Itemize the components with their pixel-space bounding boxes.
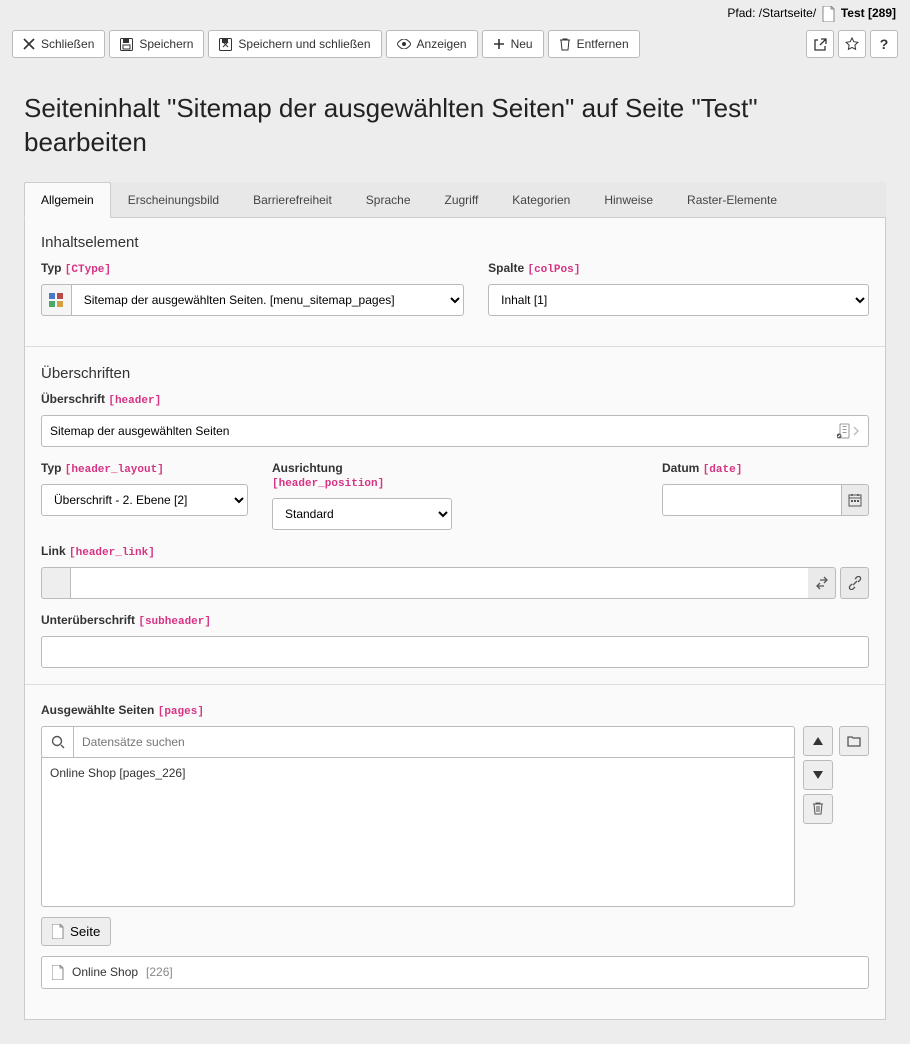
pages-search-input[interactable]: [73, 726, 795, 758]
tab-zugriff[interactable]: Zugriff: [428, 182, 496, 217]
tab-hinweise[interactable]: Hinweise: [587, 182, 670, 217]
browse-button[interactable]: [839, 726, 869, 756]
close-label: Schließen: [41, 37, 94, 51]
label-headerlink: Link [header_link]: [41, 544, 869, 559]
pages-result-row[interactable]: Online Shop [226]: [41, 956, 869, 989]
tab-allgemein[interactable]: Allgemein: [24, 182, 111, 218]
path-uid: [289]: [868, 6, 896, 20]
search-icon: [41, 726, 73, 758]
label-header: Überschrift [header]: [41, 392, 869, 407]
path-root[interactable]: /Startseite/: [759, 6, 816, 20]
headerpos-select[interactable]: Standard: [272, 498, 452, 530]
star-icon: [845, 37, 859, 51]
section-headlines: Überschriften: [41, 365, 869, 382]
ctype-icon: [41, 284, 71, 316]
label-headerlayout: Typ [header_layout]: [41, 461, 248, 476]
result-uid: [226]: [146, 965, 173, 979]
tab-sprache[interactable]: Sprache: [349, 182, 428, 217]
header-input[interactable]: [41, 415, 869, 447]
path-bar: Pfad: /Startseite/ Test [289]: [0, 0, 910, 26]
close-icon: [23, 38, 35, 50]
delete-label: Entfernen: [577, 37, 629, 51]
subheader-input[interactable]: [41, 636, 869, 668]
headerlink-explain: [41, 567, 70, 599]
ctype-select[interactable]: Sitemap der ausgewählten Seiten. [menu_s…: [71, 284, 464, 316]
label-headerpos: Ausrichtung [header_position]: [272, 461, 452, 490]
save-button[interactable]: Speichern: [109, 30, 204, 58]
label-colpos: Spalte [colPos]: [488, 261, 869, 276]
tab-raster[interactable]: Raster-Elemente: [670, 182, 794, 217]
remove-button[interactable]: [803, 794, 833, 824]
headerlayout-select[interactable]: Überschrift - 2. Ebene [2]: [41, 484, 248, 516]
tab-barrierefreiheit[interactable]: Barrierefreiheit: [236, 182, 349, 217]
page-icon: [822, 6, 836, 22]
save-close-label: Speichern und schließen: [238, 37, 370, 51]
close-button[interactable]: Schließen: [12, 30, 105, 58]
label-pages: Ausgewählte Seiten [pages]: [41, 703, 869, 718]
new-button[interactable]: Neu: [482, 30, 544, 58]
section-element: Inhaltselement: [41, 234, 869, 251]
add-page-button[interactable]: Seite: [41, 917, 111, 946]
pages-selected-list[interactable]: Online Shop [pages_226]: [41, 757, 795, 907]
path-page: Test: [841, 6, 865, 20]
headerlink-toggle-button[interactable]: [808, 567, 837, 599]
view-label: Anzeigen: [417, 37, 467, 51]
delete-button[interactable]: Entfernen: [548, 30, 640, 58]
tabs: Allgemein Erscheinungsbild Barrierefreih…: [24, 182, 886, 218]
help-icon: ?: [880, 36, 889, 52]
result-title: Online Shop: [72, 965, 138, 979]
save-label: Speichern: [139, 37, 193, 51]
trash-icon: [812, 802, 824, 815]
save-close-icon: [219, 38, 232, 51]
page-title: Seiteninhalt "Sitemap der ausgewählten S…: [24, 70, 886, 182]
help-button[interactable]: ?: [870, 30, 898, 58]
label-date: Datum [date]: [662, 461, 869, 476]
move-up-button[interactable]: [803, 726, 833, 756]
path-label: Pfad:: [727, 6, 755, 20]
save-close-button[interactable]: Speichern und schließen: [208, 30, 381, 58]
plus-icon: [493, 38, 505, 50]
trash-icon: [559, 38, 571, 51]
triangle-down-icon: [813, 771, 823, 779]
date-input[interactable]: [662, 484, 842, 516]
panel-allgemein: Inhaltselement Typ [CType] Sitemap der a…: [24, 218, 886, 1020]
save-icon: [120, 38, 133, 51]
switch-icon: [815, 576, 829, 590]
new-label: Neu: [511, 37, 533, 51]
label-subheader: Unterüberschrift [subheader]: [41, 613, 869, 628]
headerlink-wizard-button[interactable]: [840, 567, 869, 599]
page-icon: [52, 924, 64, 939]
headerlink-input[interactable]: [70, 567, 808, 599]
bookmark-button[interactable]: [838, 30, 866, 58]
toolbar: Schließen Speichern Speichern und schlie…: [0, 26, 910, 70]
calendar-icon: [848, 493, 862, 507]
label-ctype: Typ [CType]: [41, 261, 464, 276]
link-icon: [848, 576, 862, 590]
datepicker-button[interactable]: [842, 484, 869, 516]
open-new-window-button[interactable]: [806, 30, 834, 58]
localization-icon[interactable]: [837, 423, 859, 439]
folder-icon: [847, 735, 861, 747]
triangle-up-icon: [813, 737, 823, 745]
colpos-select[interactable]: Inhalt [1]: [488, 284, 869, 316]
add-page-label: Seite: [70, 924, 100, 939]
move-down-button[interactable]: [803, 760, 833, 790]
view-button[interactable]: Anzeigen: [386, 30, 478, 58]
tab-kategorien[interactable]: Kategorien: [495, 182, 587, 217]
list-item[interactable]: Online Shop [pages_226]: [50, 764, 786, 782]
tab-erscheinungsbild[interactable]: Erscheinungsbild: [111, 182, 236, 217]
external-link-icon: [814, 38, 827, 51]
page-icon: [52, 965, 64, 980]
eye-icon: [397, 39, 411, 49]
